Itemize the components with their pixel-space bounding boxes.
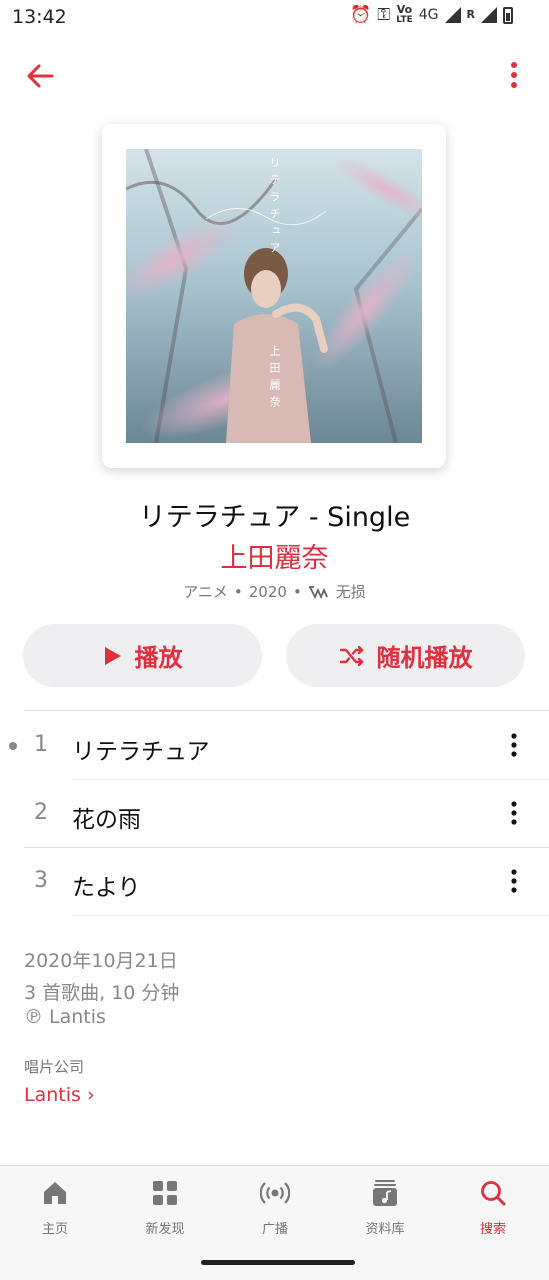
key-icon: ⚿ (377, 5, 391, 25)
record-label-link[interactable]: Lantis › (24, 1084, 95, 1106)
album-year: 2020 (248, 582, 287, 601)
music-library-icon (373, 1180, 397, 1206)
status-icons: ⏰ ⚿ Vo LTE 4G R (350, 3, 513, 25)
track-row[interactable]: 3 たより (0, 848, 549, 916)
track-more-icon[interactable] (502, 866, 526, 898)
track-title: リテラチュア (72, 739, 210, 765)
track-row[interactable]: 1 リテラチュア (0, 712, 549, 780)
tab-search-label: 搜索 (479, 1222, 506, 1237)
tab-home[interactable]: 主页 (0, 1178, 110, 1238)
album-cover-art[interactable]: リテラチュア 上田麗奈 (126, 149, 422, 443)
record-label-heading: 唱片公司 (24, 1058, 85, 1076)
arrow-left-icon (27, 64, 54, 88)
track-row[interactable]: 2 花の雨 (0, 780, 549, 848)
play-button-label: 播放 (134, 644, 183, 672)
grid-icon (153, 1181, 177, 1205)
cover-artist-text: 上田麗奈 (268, 345, 281, 413)
track-number: 2 (34, 800, 48, 825)
home-indicator[interactable] (201, 1260, 355, 1265)
cover-title-text: リテラチュア (268, 157, 281, 259)
tab-discover-label: 新发现 (145, 1222, 185, 1237)
track-more-icon[interactable] (502, 730, 526, 762)
shuffle-button-label: 随机播放 (376, 644, 473, 672)
play-icon (104, 646, 121, 665)
tab-discover[interactable]: 新发现 (110, 1178, 220, 1238)
more-options-button[interactable] (500, 58, 528, 94)
volte-label: Vo (396, 3, 413, 16)
track-title: 花の雨 (72, 807, 141, 833)
alarm-icon: ⏰ (350, 5, 372, 25)
chevron-right-icon: › (86, 1084, 95, 1106)
tab-library[interactable]: 资料库 (330, 1178, 440, 1238)
track-summary: 3 首歌曲, 10 分钟 (24, 982, 180, 1004)
volte-icon: Vo LTE (396, 3, 413, 25)
tab-search[interactable]: 搜索 (438, 1178, 548, 1238)
track-title: たより (72, 875, 141, 901)
signal-icon (444, 7, 461, 23)
signal-icon-2 (481, 7, 497, 23)
tab-radio[interactable]: 广播 (220, 1178, 330, 1238)
track-number: 1 (34, 732, 48, 757)
search-icon (481, 1181, 506, 1206)
album-cover-card: リテラチュア 上田麗奈 (102, 124, 446, 468)
shuffle-button[interactable]: 随机播放 (286, 624, 525, 687)
lossless-label: 无损 (335, 583, 366, 601)
status-time: 13:42 (12, 6, 67, 28)
tracklist-divider (24, 710, 549, 711)
album-title: リテラチュア - Single (138, 502, 411, 533)
tab-home-label: 主页 (41, 1222, 68, 1237)
play-button[interactable]: 播放 (23, 624, 262, 687)
status-bar: 13:42 ⏰ ⚿ Vo LTE 4G R (0, 0, 549, 36)
battery-icon (503, 6, 513, 24)
release-date: 2020年10月21日 (24, 950, 178, 972)
shuffle-icon (339, 645, 363, 666)
home-icon (44, 1182, 66, 1204)
track-more-icon[interactable] (502, 798, 526, 830)
network-type-label: 4G (418, 7, 439, 23)
tab-radio-label: 广播 (261, 1222, 288, 1237)
now-playing-indicator (9, 742, 17, 750)
meta-separator: • (233, 582, 243, 601)
back-button[interactable] (22, 58, 58, 94)
vertical-dots-icon (511, 62, 517, 88)
roaming-label: R (466, 8, 475, 21)
record-label-name: Lantis (24, 1084, 81, 1106)
lossless-icon (308, 585, 328, 599)
album-meta: アニメ • 2020 • 无损 (0, 581, 549, 602)
meta-separator-2: • (292, 582, 302, 601)
track-divider (72, 915, 549, 916)
album-genre: アニメ (183, 583, 228, 601)
album-artist-link[interactable]: 上田麗奈 (0, 536, 549, 575)
lte-label: LTE (396, 15, 413, 25)
tab-library-label: 资料库 (365, 1222, 405, 1237)
track-number: 3 (34, 868, 48, 893)
copyright-text: ℗ Lantis (24, 1006, 106, 1028)
radio-icon (260, 1182, 290, 1204)
